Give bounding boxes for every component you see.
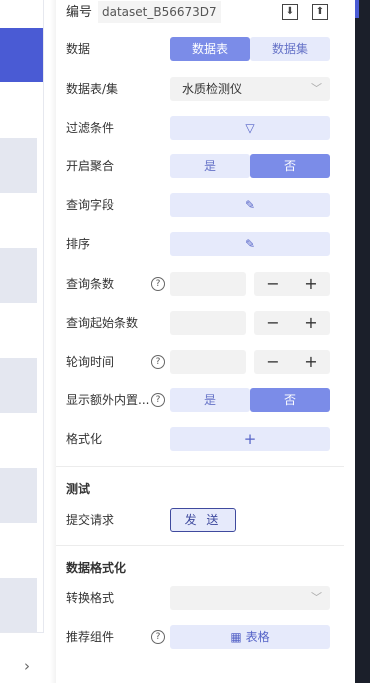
help-icon[interactable]: ? xyxy=(151,630,165,644)
minus-icon[interactable]: − xyxy=(254,311,292,335)
table-label: 数据表/集 xyxy=(66,82,119,96)
divider xyxy=(0,632,44,633)
convert-label: 转换格式 xyxy=(66,591,115,605)
edit-icon: ✎ xyxy=(244,198,256,212)
row-start: 查询起始条数 − + xyxy=(56,311,344,335)
list-item[interactable] xyxy=(0,578,37,633)
seg-datatable[interactable]: 数据表 xyxy=(170,37,250,61)
sort-edit-button[interactable]: ✎ xyxy=(170,232,330,256)
fields-label: 查询字段 xyxy=(66,198,115,212)
filter-button[interactable]: ▽ xyxy=(170,116,330,140)
seg-aggregate-no[interactable]: 否 xyxy=(250,154,330,178)
poll-label: 轮询时间 xyxy=(66,355,115,369)
start-label: 查询起始条数 xyxy=(66,316,139,330)
help-icon[interactable]: ? xyxy=(151,277,165,291)
seg-dataset[interactable]: 数据集 xyxy=(250,37,330,61)
export-icon[interactable]: ⬆ xyxy=(312,4,328,20)
divider xyxy=(56,466,344,467)
panel-header: 编号 dataset_B56673D7 ⬇ ⬆ xyxy=(56,0,344,24)
row-submit: 提交请求 发 送 xyxy=(56,508,344,532)
help-icon[interactable]: ? xyxy=(151,393,165,407)
table-select[interactable]: 水质检测仪 ﹀ xyxy=(170,77,330,101)
format-add-button[interactable]: + xyxy=(170,427,330,451)
id-value[interactable]: dataset_B56673D7 xyxy=(98,1,221,23)
left-list-strip: › xyxy=(0,0,44,683)
count-label: 查询条数 xyxy=(66,277,115,291)
expand-chevron-icon[interactable]: › xyxy=(24,657,30,675)
start-stepper: − + xyxy=(254,311,330,335)
scroll-thumb[interactable] xyxy=(355,0,359,18)
fields-edit-button[interactable]: ✎ xyxy=(170,193,330,217)
edit-icon: ✎ xyxy=(244,237,256,251)
list-item[interactable] xyxy=(0,138,37,193)
section-title-dataformat: 数据格式化 xyxy=(66,561,127,575)
table-icon: ▦ xyxy=(230,630,242,644)
row-aggregate: 开启聚合 是 否 xyxy=(56,154,344,178)
list-item-active[interactable] xyxy=(0,28,44,82)
row-table: 数据表/集 水质检测仪 ﹀ xyxy=(56,77,344,101)
list-item[interactable] xyxy=(0,248,37,303)
convert-select[interactable]: ﹀ xyxy=(170,586,330,610)
filter-icon: ▽ xyxy=(245,121,255,135)
row-extra: 显示额外内置... ? 是 否 xyxy=(56,388,344,412)
count-input[interactable] xyxy=(170,272,246,296)
recommend-button[interactable]: ▦ 表格 xyxy=(170,625,330,649)
row-sort: 排序 ✎ xyxy=(56,232,344,256)
minus-icon[interactable]: − xyxy=(254,272,292,296)
plus-icon[interactable]: + xyxy=(292,350,330,374)
list-item[interactable] xyxy=(0,358,37,413)
minus-icon[interactable]: − xyxy=(254,350,292,374)
section-title-test: 测试 xyxy=(66,482,91,496)
right-scrollbar[interactable] xyxy=(355,0,370,683)
poll-input[interactable] xyxy=(170,350,246,374)
help-icon[interactable]: ? xyxy=(151,355,165,369)
plus-icon[interactable]: + xyxy=(292,272,330,296)
format-label: 格式化 xyxy=(66,432,103,446)
divider xyxy=(56,545,344,546)
plus-icon: + xyxy=(243,430,257,448)
import-icon[interactable]: ⬇ xyxy=(282,4,298,20)
row-convert: 转换格式 ﹀ xyxy=(56,586,344,610)
filter-label: 过滤条件 xyxy=(66,121,115,135)
aggregate-label: 开启聚合 xyxy=(66,159,115,173)
extra-label: 显示额外内置... xyxy=(66,393,150,407)
property-panel: 编号 dataset_B56673D7 ⬇ ⬆ 数据 数据表 数据集 数据表/集… xyxy=(56,0,344,683)
row-filter: 过滤条件 ▽ xyxy=(56,116,344,140)
poll-stepper: − + xyxy=(254,350,330,374)
seg-extra-yes[interactable]: 是 xyxy=(170,388,250,412)
row-count: 查询条数 ? − + xyxy=(56,272,344,296)
send-button[interactable]: 发 送 xyxy=(170,508,236,532)
chevron-down-icon: ﹀ xyxy=(311,591,322,604)
row-poll: 轮询时间 ? − + xyxy=(56,350,344,374)
chevron-down-icon: ﹀ xyxy=(311,82,322,95)
table-select-value: 水质检测仪 xyxy=(182,82,243,96)
row-recommend: 推荐组件 ? ▦ 表格 xyxy=(56,625,344,649)
seg-aggregate-yes[interactable]: 是 xyxy=(170,154,250,178)
row-format: 格式化 + xyxy=(56,427,344,451)
divider xyxy=(43,0,44,632)
seg-extra-no[interactable]: 否 xyxy=(250,388,330,412)
recommend-value: 表格 xyxy=(245,630,270,644)
row-data: 数据 数据表 数据集 xyxy=(56,37,344,61)
start-input[interactable] xyxy=(170,311,246,335)
plus-icon[interactable]: + xyxy=(292,311,330,335)
recommend-label: 推荐组件 xyxy=(66,630,115,644)
submit-label: 提交请求 xyxy=(66,513,115,527)
count-stepper: − + xyxy=(254,272,330,296)
sort-label: 排序 xyxy=(66,237,91,251)
row-fields: 查询字段 ✎ xyxy=(56,193,344,217)
id-label: 编号 xyxy=(66,5,93,20)
list-item[interactable] xyxy=(0,468,37,523)
data-label: 数据 xyxy=(66,42,91,56)
